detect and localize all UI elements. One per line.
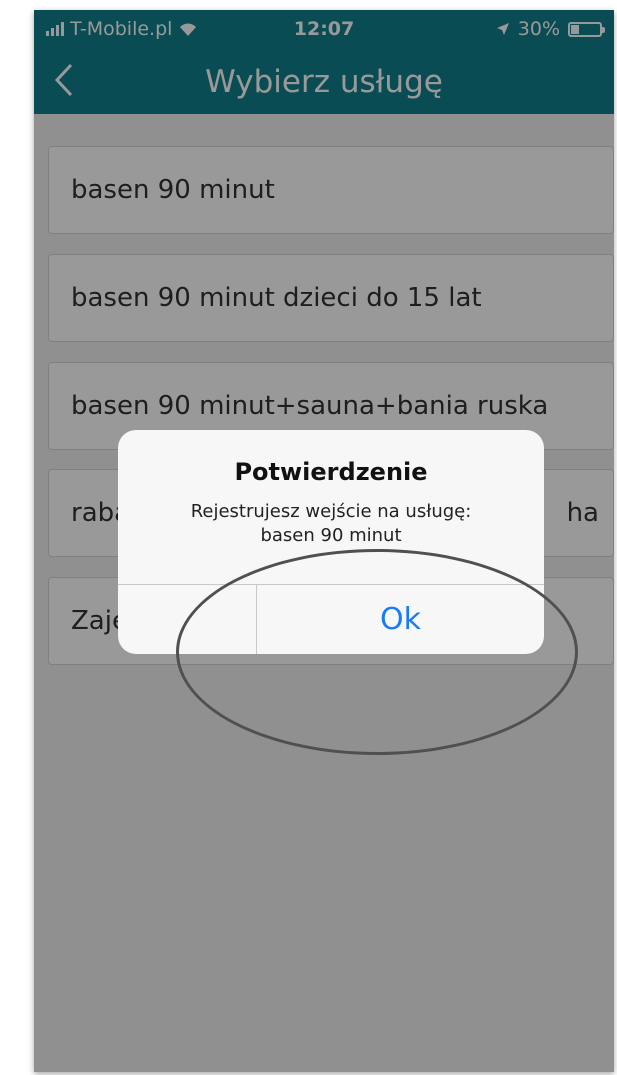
dialog-title: Potwierdzenie <box>234 458 428 486</box>
dialog-message-line: Rejestrujesz wejście na usługę: <box>190 501 472 522</box>
highlight-ellipse <box>176 549 578 755</box>
dialog-message: Rejestrujesz wejście na usługę: basen 90… <box>138 500 524 548</box>
dialog-message-line: basen 90 minut <box>260 525 402 546</box>
phone-screen: T-Mobile.pl 12:07 30% Wybierz usługę bas… <box>34 10 614 1072</box>
